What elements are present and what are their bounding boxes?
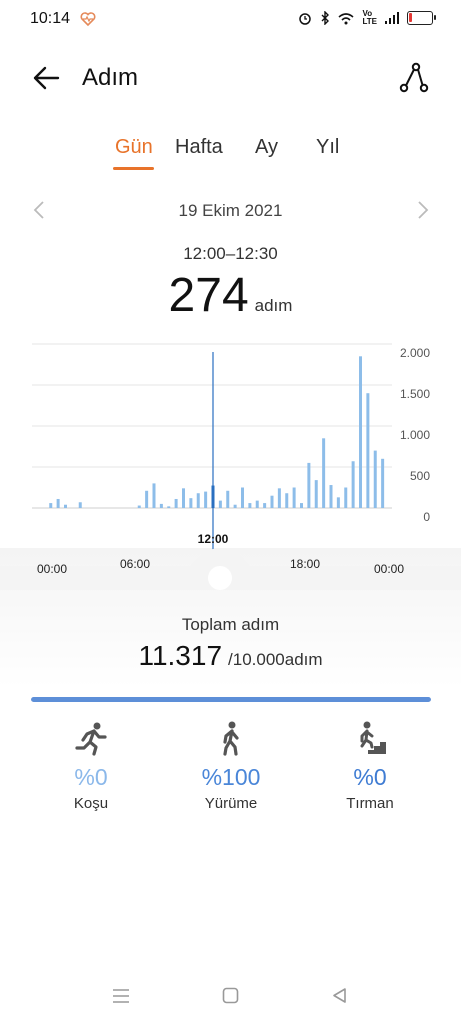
bar	[189, 498, 193, 508]
bar	[56, 498, 60, 508]
bar	[78, 502, 82, 508]
steps-goal: /10.000adım	[228, 650, 323, 669]
tab-indicator	[113, 167, 154, 170]
x-tick-label-end: 00:00	[374, 562, 404, 576]
walking-icon	[223, 721, 239, 756]
wifi-icon	[338, 12, 355, 24]
bar	[248, 503, 252, 508]
bar	[167, 506, 171, 508]
volte-label: Vo LTE	[362, 9, 377, 26]
bar	[336, 497, 340, 508]
bar	[359, 356, 362, 508]
alarm-icon	[299, 13, 312, 25]
bar	[300, 503, 303, 508]
bar	[322, 438, 326, 508]
selected-time-range: 12:00–12:30	[183, 244, 278, 263]
total-steps-value: 11.317	[138, 640, 223, 671]
status-time: 10:14	[30, 10, 71, 27]
signal-icon	[385, 12, 399, 24]
bar	[182, 488, 185, 508]
bar	[277, 488, 281, 508]
y-tick-label: 0	[423, 510, 430, 524]
bar	[292, 487, 296, 508]
home-nav-icon[interactable]	[222, 987, 239, 1004]
bar	[344, 487, 348, 508]
bar	[64, 504, 67, 508]
bar	[329, 485, 333, 508]
goal-progress-bar	[31, 697, 431, 702]
back-nav-icon[interactable]	[331, 987, 348, 1004]
bar	[152, 483, 156, 508]
x-tick-label-18: 18:00	[290, 557, 320, 571]
running-icon	[75, 722, 107, 756]
activity-climbing: %0 Tırman	[320, 720, 420, 812]
date-label: 19 Ekim 2021	[178, 201, 283, 220]
status-icons: Vo LTE	[298, 9, 436, 26]
bar	[373, 450, 377, 508]
bluetooth-icon	[321, 11, 330, 25]
climbing-label: Tırman	[346, 795, 394, 812]
bar	[137, 505, 141, 508]
period-tabs: Gün Hafta Ay Yıl	[0, 136, 461, 170]
selected-steps: 274 adım	[0, 268, 461, 323]
bar	[145, 490, 149, 508]
bar	[381, 458, 385, 508]
menu-nav-icon[interactable]	[112, 988, 130, 1004]
selection-marker-label: 12:00	[198, 532, 229, 546]
bar	[49, 503, 53, 508]
heart-rate-icon	[80, 12, 96, 27]
selected-steps-value: 274	[168, 269, 249, 322]
bar	[366, 393, 370, 508]
y-tick-label: 2.000	[400, 346, 430, 360]
bar	[218, 500, 222, 508]
selected-steps-unit: adım	[254, 296, 293, 315]
walking-label: Yürüme	[204, 795, 258, 812]
y-tick-label: 1.000	[400, 428, 430, 442]
page-title: Adım	[82, 64, 139, 91]
bar	[196, 493, 200, 508]
bar	[255, 500, 259, 508]
total-steps-label: Toplam adım	[181, 615, 280, 634]
bar-selected	[211, 485, 215, 508]
x-tick-label-start: 00:00	[37, 562, 67, 576]
route-icon[interactable]	[398, 62, 430, 94]
tab-day[interactable]: Gün	[115, 136, 153, 159]
running-percent: %0	[74, 764, 108, 790]
bar	[174, 498, 178, 508]
bar	[226, 490, 230, 508]
bar	[204, 491, 208, 508]
y-tick-label: 500	[410, 469, 430, 483]
bar	[241, 487, 244, 508]
bar	[285, 493, 289, 508]
running-label: Koşu	[73, 795, 109, 812]
battery-icon	[407, 11, 436, 25]
y-tick-label: 1.500	[400, 387, 430, 401]
total-steps-row: 11.317 /10.000adım	[0, 640, 461, 672]
activity-walking: %100 Yürüme	[181, 720, 281, 812]
bar	[314, 480, 318, 508]
walking-percent: %100	[201, 764, 261, 790]
bar	[233, 504, 237, 508]
scrubber-handle	[208, 566, 232, 590]
bar	[159, 503, 163, 508]
climbing-percent: %0	[353, 764, 387, 790]
tab-week[interactable]: Hafta	[175, 136, 223, 159]
activity-running: %0 Koşu	[41, 720, 141, 812]
tab-month[interactable]: Ay	[255, 136, 278, 159]
bar	[307, 462, 311, 508]
steps-chart[interactable]: 2.000 1.500 1.000 500 0 12:00 00:00 00:00 06:00 1…	[0, 328, 461, 590]
back-arrow-icon[interactable]	[32, 64, 60, 92]
x-tick-label-06: 06:00	[120, 557, 150, 571]
climbing-icon	[354, 721, 386, 754]
bar	[263, 503, 267, 508]
tab-year[interactable]: Yıl	[316, 136, 339, 159]
bar	[270, 495, 274, 508]
bar	[351, 461, 355, 508]
goal-progress-fill	[31, 697, 431, 702]
chevron-right-icon[interactable]	[416, 200, 430, 220]
